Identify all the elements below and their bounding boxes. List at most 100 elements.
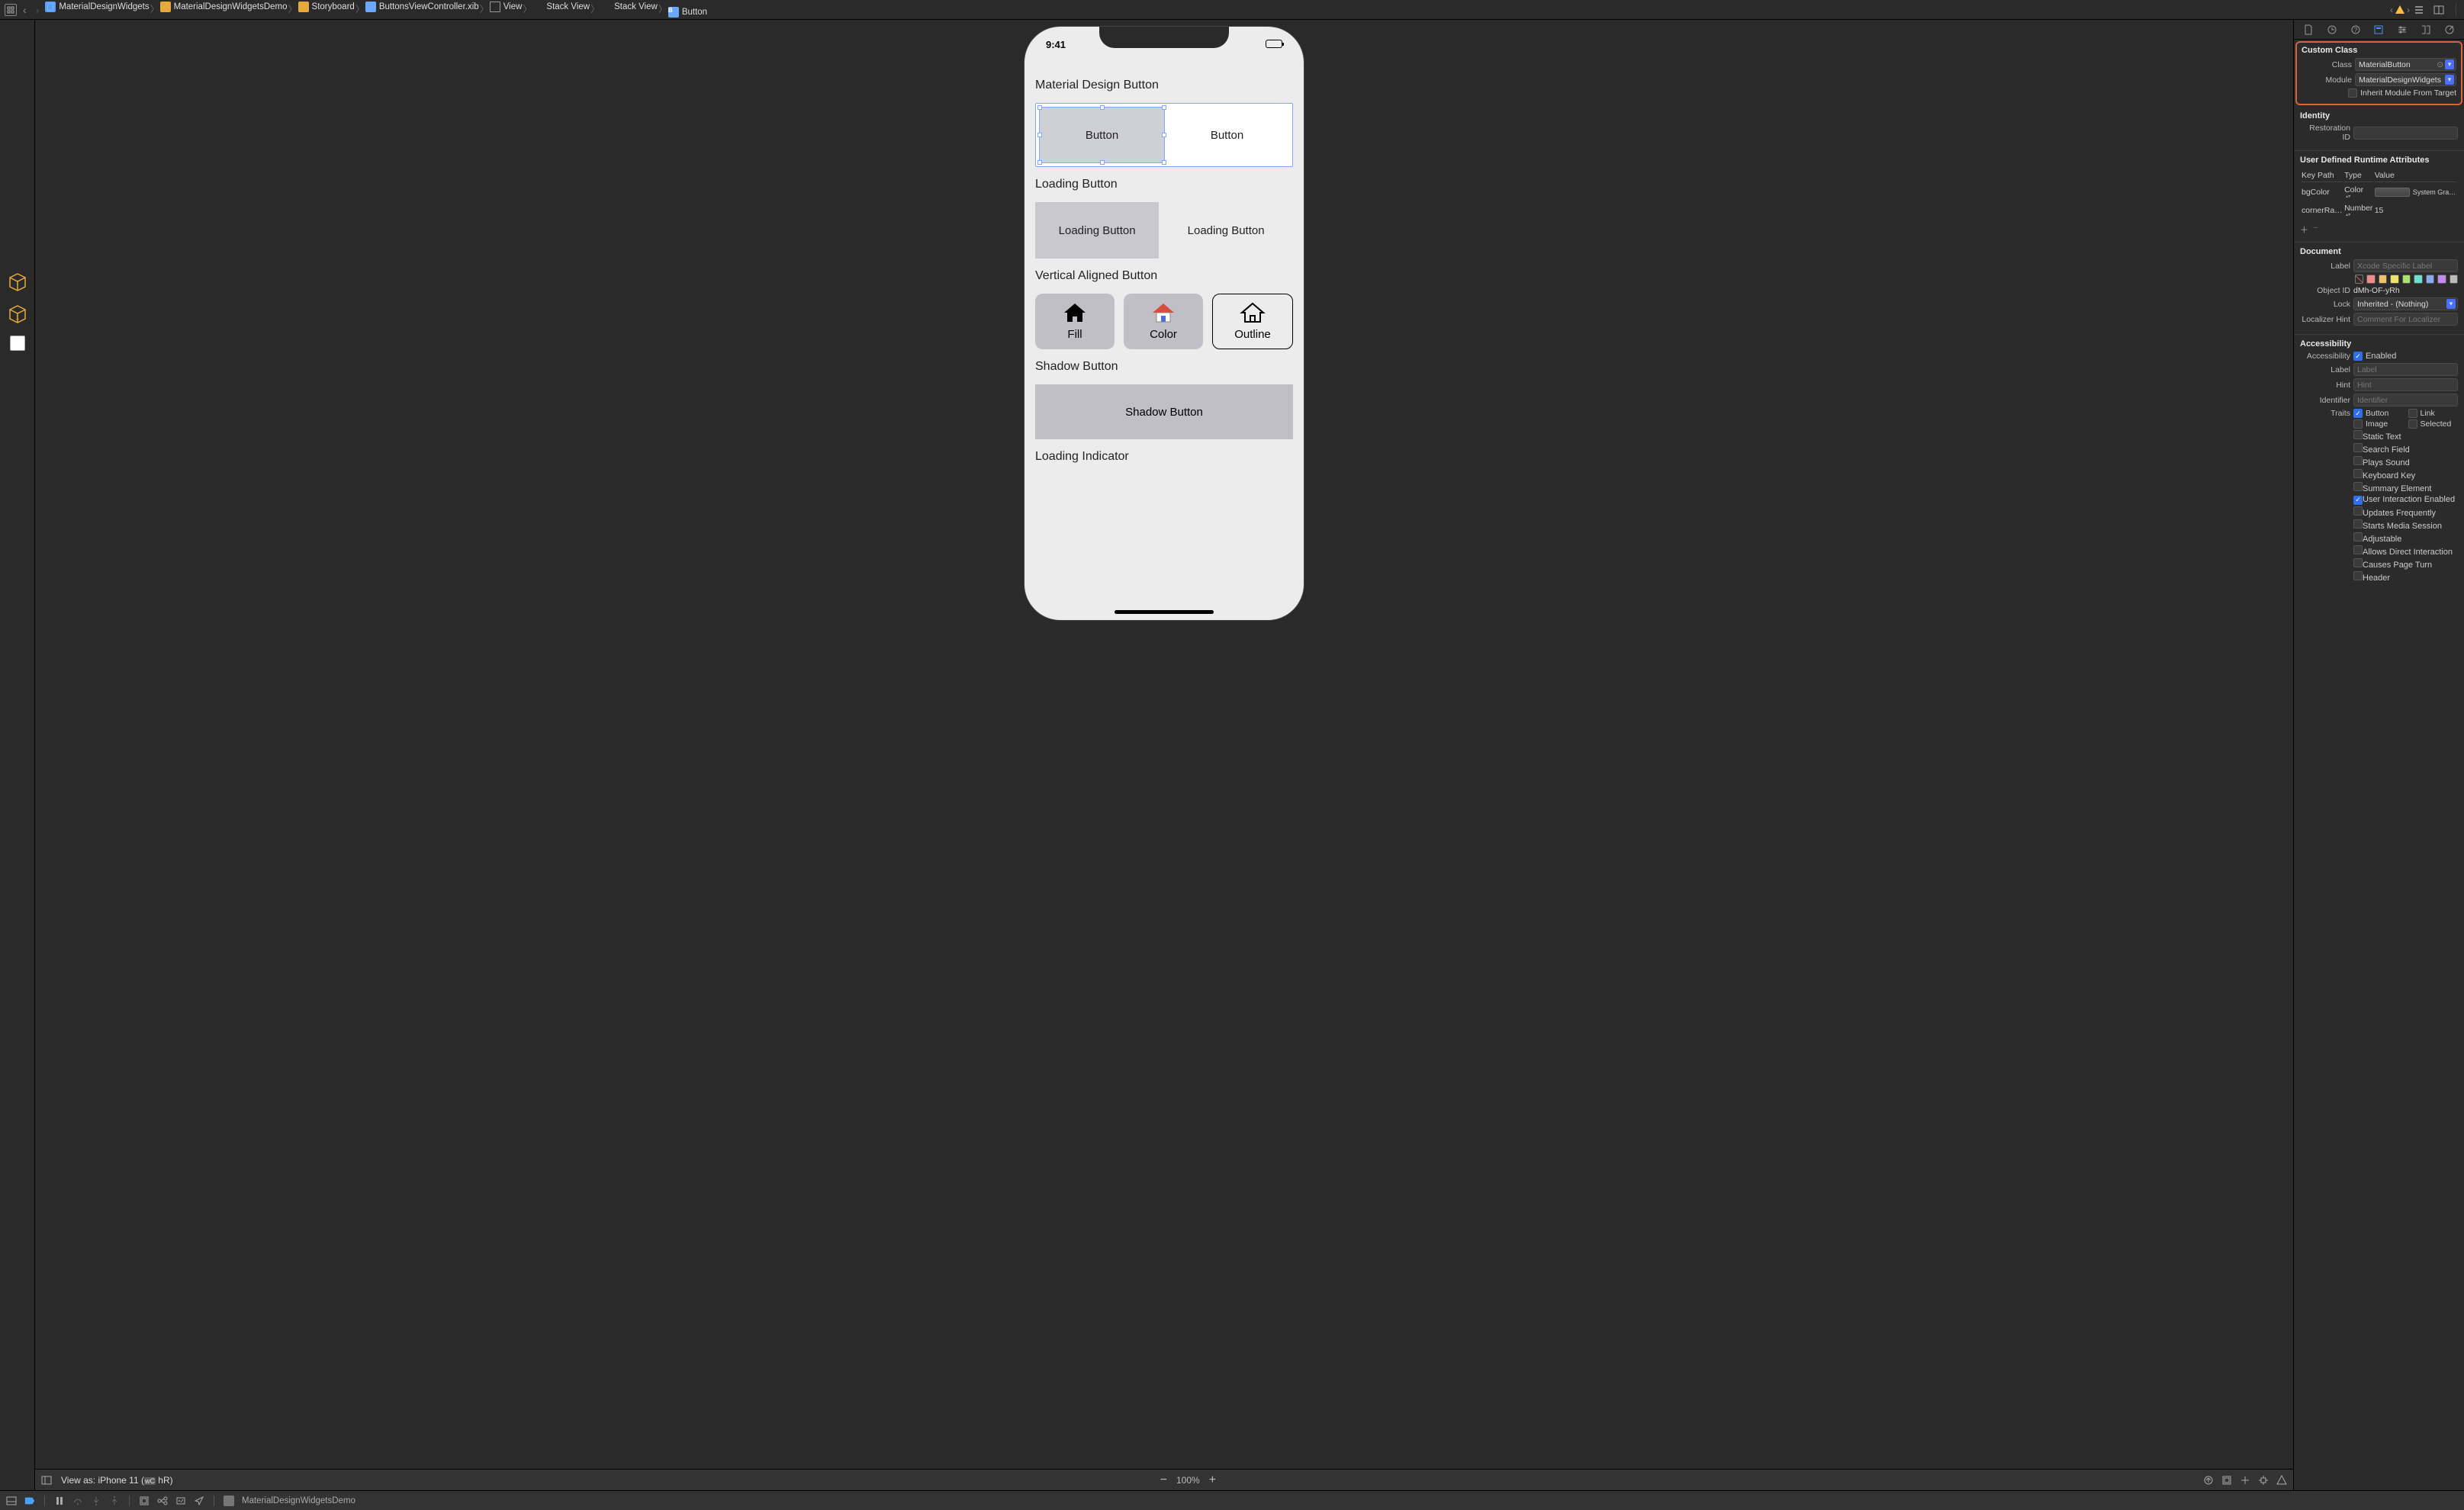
step-out-icon[interactable] (109, 1496, 120, 1506)
toc-icon[interactable] (2413, 4, 2425, 16)
remove-attribute-button[interactable]: − (2313, 223, 2318, 236)
pin-icon[interactable] (2258, 1475, 2269, 1486)
localizer-hint-field[interactable]: Comment For Localizer (2353, 313, 2458, 326)
runtime-attribute-row[interactable]: cornerRa…Number ▴▾15 (2302, 202, 2456, 219)
breadcrumb-item[interactable]: Stack View (600, 2, 658, 12)
trait-plays-sound[interactable]: Plays Sound (2353, 456, 2458, 467)
embed-icon[interactable] (2221, 1475, 2232, 1486)
trait-user-interaction-enabled[interactable]: ✓User Interaction Enabled (2353, 495, 2458, 505)
attributes-inspector-tab[interactable] (2396, 24, 2408, 36)
vbtn-fill[interactable]: Fill (1035, 294, 1115, 349)
vbtn-color[interactable]: Color (1124, 294, 1203, 349)
color-swatch[interactable] (2450, 275, 2458, 284)
color-swatch[interactable] (2390, 275, 2398, 284)
debug-view-icon[interactable] (139, 1496, 150, 1506)
a11y-hint-field[interactable]: Hint (2353, 378, 2458, 391)
location-icon[interactable] (194, 1496, 204, 1506)
zoom-in-button[interactable]: + (1209, 1473, 1216, 1487)
trait-search-field[interactable]: Search Field (2353, 443, 2458, 455)
runtime-attributes-table[interactable]: Key Path Type Value bgColorColor ▴▾Syste… (2300, 168, 2458, 220)
related-items-icon[interactable] (5, 4, 17, 16)
trait-link[interactable]: Link (2408, 409, 2459, 418)
trait-button[interactable]: ✓Button (2353, 409, 2404, 418)
color-swatch[interactable] (2437, 275, 2446, 284)
trait-allows-direct-interaction[interactable]: Allows Direct Interaction (2353, 545, 2458, 557)
align-icon[interactable] (2240, 1475, 2250, 1486)
house-color-icon (1150, 302, 1176, 323)
memory-graph-icon[interactable] (157, 1496, 168, 1506)
breakpoints-icon[interactable] (24, 1496, 35, 1506)
target-name[interactable]: MaterialDesignWidgetsDemo (242, 1496, 355, 1505)
loading-button-1[interactable]: Loading Button (1035, 202, 1159, 259)
color-swatch[interactable] (2426, 275, 2434, 284)
class-field[interactable]: MaterialButton⊙ (2355, 58, 2456, 71)
inherit-module-checkbox[interactable]: Inherit Module From Target (2302, 88, 2456, 98)
help-inspector-tab[interactable]: ? (2350, 24, 2362, 36)
object-library-rail: 1 (0, 20, 35, 1490)
trait-causes-page-turn[interactable]: Causes Page Turn (2353, 558, 2458, 570)
scene-cube-icon[interactable] (7, 271, 28, 293)
file-inspector-tab[interactable] (2302, 24, 2314, 36)
breadcrumb-item[interactable]: Storyboard (298, 2, 355, 12)
view-as-label[interactable]: View as: iPhone 11 (wC hR) (61, 1475, 173, 1486)
a11y-identifier-field[interactable]: Identifier (2353, 394, 2458, 406)
label-color-swatches[interactable] (2355, 275, 2458, 284)
first-responder-icon[interactable]: 1 (7, 304, 28, 325)
trait-keyboard-key[interactable]: Keyboard Key (2353, 469, 2458, 480)
document-label-field[interactable]: Xcode Specific Label (2353, 259, 2458, 272)
canvas-bottom-bar: View as: iPhone 11 (wC hR) − 100% + (35, 1469, 2293, 1490)
step-over-icon[interactable] (72, 1496, 83, 1506)
breadcrumb-item[interactable]: MaterialDesignWidgets (45, 2, 149, 12)
color-swatch[interactable] (2379, 275, 2387, 284)
pause-icon[interactable] (54, 1496, 65, 1506)
canvas-viewport[interactable]: 9:41 Material Design Button Button (35, 20, 2293, 1469)
color-swatch[interactable] (2402, 275, 2411, 284)
trait-summary-element[interactable]: Summary Element (2353, 482, 2458, 493)
color-swatch[interactable] (2355, 275, 2363, 284)
breadcrumb-item[interactable]: View (490, 2, 523, 12)
nav-back-button[interactable]: ‹ (20, 4, 30, 16)
trait-selected[interactable]: Selected (2408, 419, 2459, 429)
a11y-label-field[interactable]: Label (2353, 363, 2458, 376)
trait-header[interactable]: Header (2353, 571, 2458, 583)
trait-image[interactable]: Image (2353, 419, 2404, 429)
identity-inspector-tab[interactable] (2372, 24, 2385, 36)
nav-forward-button[interactable]: › (33, 4, 43, 16)
resolve-issues-icon[interactable] (2276, 1475, 2287, 1486)
trait-starts-media-session[interactable]: Starts Media Session (2353, 519, 2458, 531)
loading-button-2[interactable]: Loading Button (1159, 202, 1293, 259)
issues-badge[interactable]: ‹ › (2390, 5, 2410, 15)
add-attribute-button[interactable]: ＋ (2300, 223, 2308, 236)
breadcrumb-item[interactable]: BButton (668, 7, 707, 18)
hide-debug-icon[interactable] (6, 1496, 17, 1506)
adjust-editor-icon[interactable] (2433, 4, 2445, 16)
history-inspector-tab[interactable] (2326, 24, 2338, 36)
zoom-out-button[interactable]: − (1160, 1473, 1167, 1487)
button-row-selected[interactable]: Button Button (1035, 103, 1293, 167)
vbtn-outline[interactable]: Outline (1212, 294, 1293, 349)
outline-toggle-icon[interactable] (41, 1475, 52, 1486)
trait-adjustable[interactable]: Adjustable (2353, 532, 2458, 544)
trait-static-text[interactable]: Static Text (2353, 430, 2458, 442)
size-inspector-tab[interactable] (2420, 24, 2432, 36)
demo-button-2[interactable]: Button (1165, 107, 1289, 163)
restoration-id-field[interactable] (2353, 127, 2458, 140)
color-swatch[interactable] (2414, 275, 2422, 284)
color-swatch[interactable] (2366, 275, 2375, 284)
accessibility-enabled-checkbox[interactable]: ✓ (2353, 352, 2363, 361)
breadcrumb-item[interactable]: ButtonsViewController.xib (365, 2, 479, 12)
trait-updates-frequently[interactable]: Updates Frequently (2353, 506, 2458, 518)
view-object-icon[interactable] (10, 336, 25, 351)
demo-button-1[interactable]: Button (1039, 107, 1165, 163)
lock-field[interactable]: Inherited - (Nothing) (2353, 297, 2458, 310)
update-frames-icon[interactable] (2203, 1475, 2214, 1486)
breadcrumb-item[interactable]: Stack View (532, 2, 590, 12)
step-into-icon[interactable] (91, 1496, 101, 1506)
runtime-attribute-row[interactable]: bgColorColor ▴▾System Gra… (2302, 184, 2456, 201)
svg-text:?: ? (2354, 27, 2358, 34)
module-field[interactable]: MaterialDesignWidgets (2355, 73, 2456, 86)
environment-icon[interactable] (175, 1496, 186, 1506)
shadow-button[interactable]: Shadow Button (1035, 384, 1293, 439)
connections-inspector-tab[interactable] (2443, 24, 2456, 36)
breadcrumb-item[interactable]: MaterialDesignWidgetsDemo (160, 2, 288, 12)
